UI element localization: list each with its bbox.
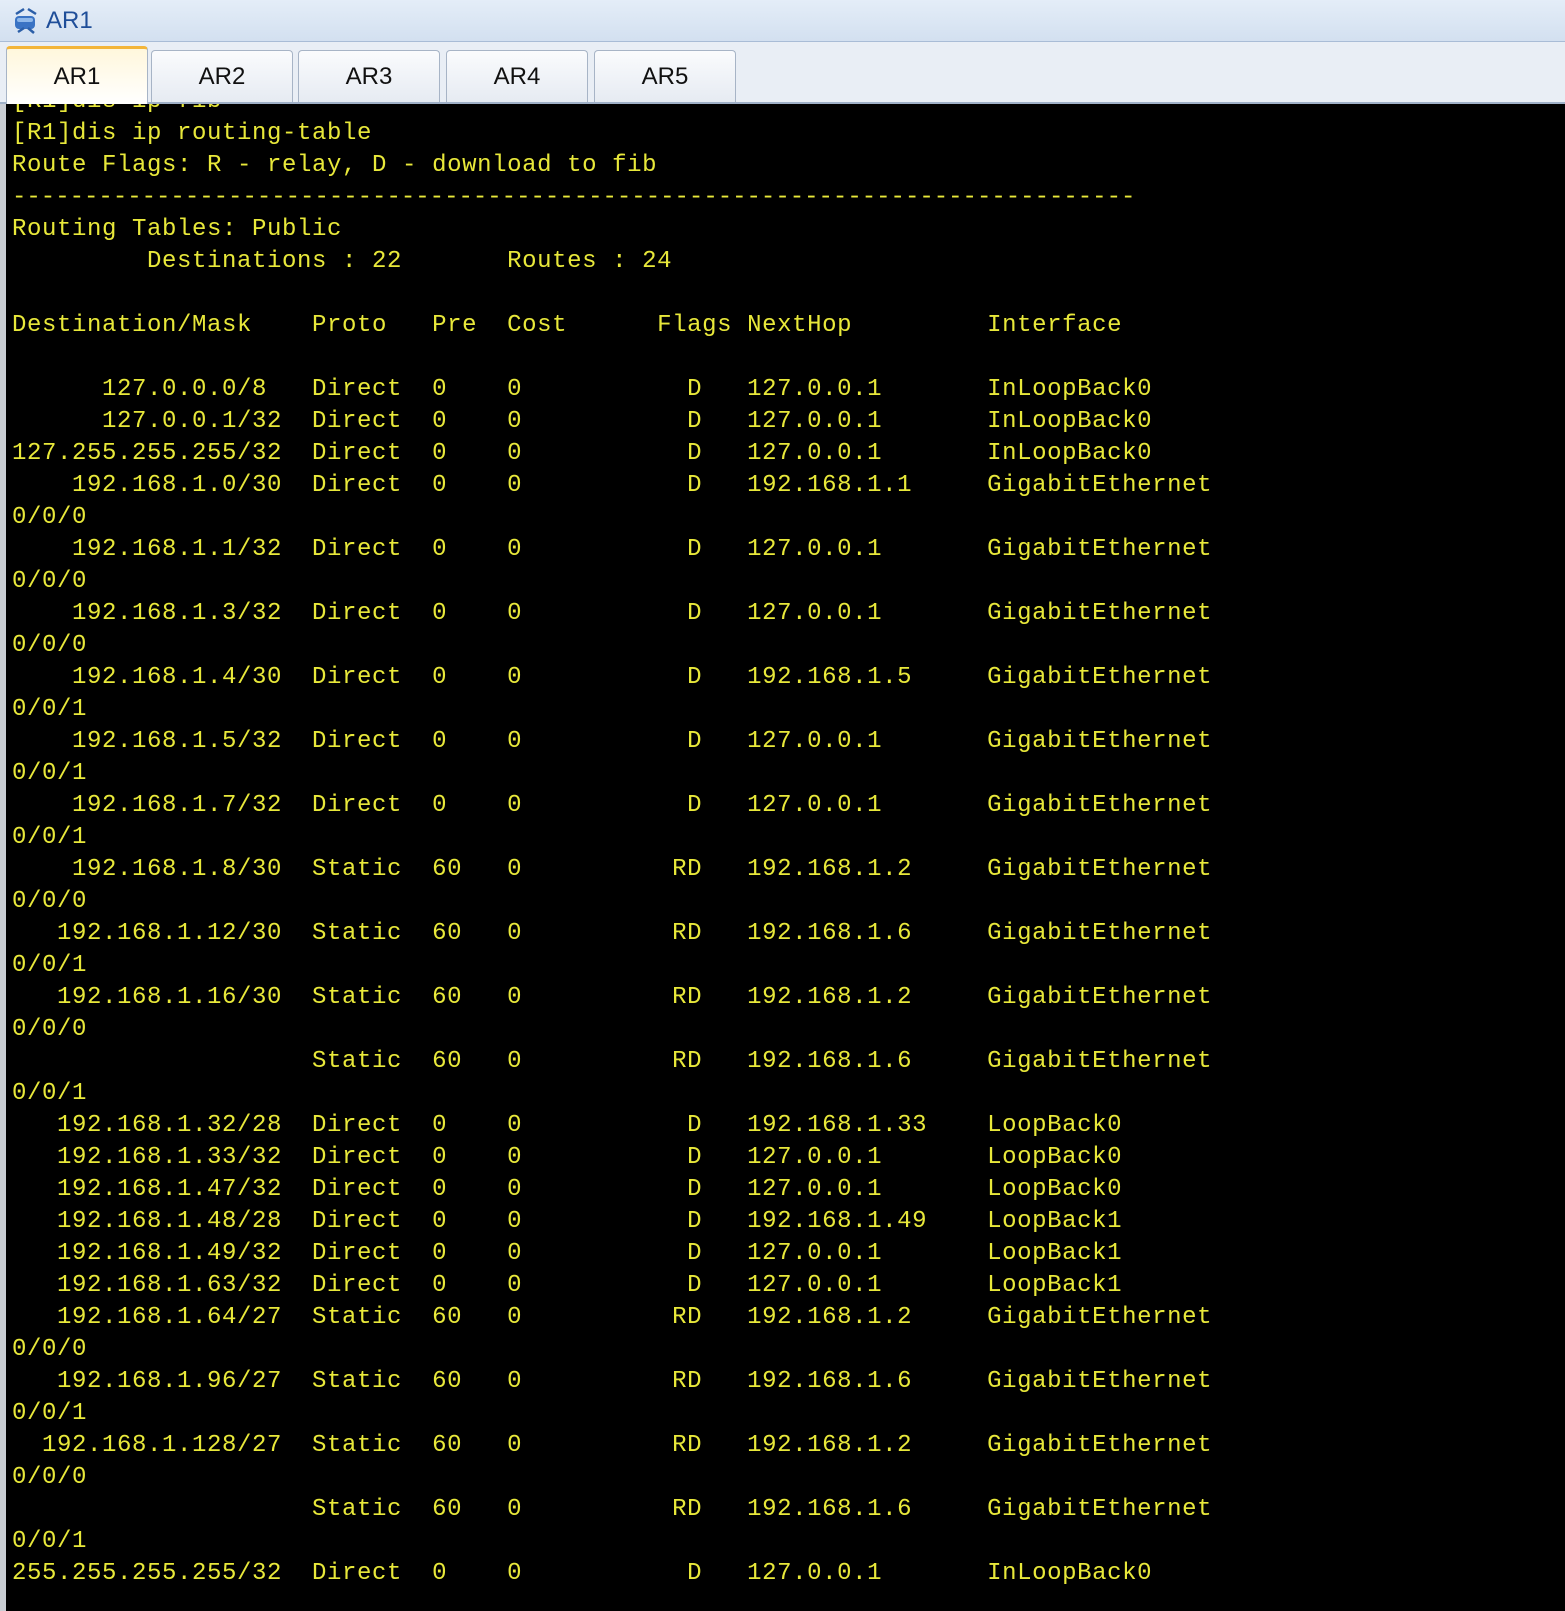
terminal-line: 127.0.0.1/32 Direct 0 0 D 127.0.0.1 InLo… [12,408,1153,435]
terminal-line: 0/0/1 [12,760,88,787]
terminal-line: 127.255.255.255/32 Direct 0 0 D 127.0.0.… [12,440,1153,467]
terminal-line: 0/0/0 [12,504,88,531]
terminal-line: 0/0/0 [12,888,88,915]
terminal-line: 192.168.1.8/30 Static 60 0 RD 192.168.1.… [12,856,1213,883]
terminal-line: 127.0.0.0/8 Direct 0 0 D 127.0.0.1 InLoo… [12,376,1153,403]
terminal-line: 192.168.1.32/28 Direct 0 0 D 192.168.1.3… [12,1112,1123,1139]
terminal-line: 0/0/1 [12,1528,88,1555]
terminal-line: 192.168.1.7/32 Direct 0 0 D 127.0.0.1 Gi… [12,792,1213,819]
title-bar: AR1 [0,0,1565,42]
terminal-line: [R1]dis ip fib [12,104,1212,118]
terminal-line: Destination/Mask Proto Pre Cost Flags Ne… [12,312,1123,339]
terminal-line: 0/0/0 [12,568,88,595]
terminal-line: 255.255.255.255/32 Direct 0 0 D 127.0.0.… [12,1560,1153,1587]
terminal-line: 192.168.1.4/30 Direct 0 0 D 192.168.1.5 … [12,664,1213,691]
terminal-line: [R1]dis ip routing-table [12,120,373,147]
terminal-line: 0/0/0 [12,1016,88,1043]
terminal-line: 192.168.1.3/32 Direct 0 0 D 127.0.0.1 Gi… [12,600,1213,627]
terminal-line: 192.168.1.48/28 Direct 0 0 D 192.168.1.4… [12,1208,1123,1235]
terminal-line: 0/0/1 [12,1400,88,1427]
terminal-line: Static 60 0 RD 192.168.1.6 GigabitEthern… [12,1496,1213,1523]
terminal-line: Routing Tables: Public [12,216,343,243]
tab-ar3[interactable]: AR3 [298,50,440,102]
terminal-line: 0/0/1 [12,696,88,723]
terminal-line: 192.168.1.128/27 Static 60 0 RD 192.168.… [12,1432,1213,1459]
terminal-output: [R1]dis ip fib [R1]dis ip routing-table Ro… [12,104,1212,1590]
terminal-line: 192.168.1.33/32 Direct 0 0 D 127.0.0.1 L… [12,1144,1123,1171]
tab-ar4[interactable]: AR4 [446,50,588,102]
terminal-line: 0/0/1 [12,824,88,851]
terminal-line: 0/0/0 [12,1464,88,1491]
terminal-line: Route Flags: R - relay, D - download to … [12,152,658,179]
terminal-line: 192.168.1.63/32 Direct 0 0 D 127.0.0.1 L… [12,1272,1123,1299]
tab-ar5[interactable]: AR5 [594,50,736,102]
terminal-console[interactable]: [R1]dis ip fib [R1]dis ip routing-table Ro… [0,104,1565,1611]
tab-ar2[interactable]: AR2 [151,50,293,102]
terminal-line: 192.168.1.64/27 Static 60 0 RD 192.168.1… [12,1304,1213,1331]
terminal-line: Static 60 0 RD 192.168.1.6 GigabitEthern… [12,1048,1213,1075]
terminal-line: 192.168.1.96/27 Static 60 0 RD 192.168.1… [12,1368,1213,1395]
terminal-line: 192.168.1.5/32 Direct 0 0 D 127.0.0.1 Gi… [12,728,1213,755]
terminal-line: 192.168.1.16/30 Static 60 0 RD 192.168.1… [12,984,1213,1011]
terminal-line: ----------------------------------------… [12,184,1136,211]
terminal-line: 192.168.1.49/32 Direct 0 0 D 127.0.0.1 L… [12,1240,1123,1267]
terminal-line: 192.168.1.12/30 Static 60 0 RD 192.168.1… [12,920,1213,947]
terminal-line: 0/0/1 [12,952,88,979]
terminal-line: 192.168.1.1/32 Direct 0 0 D 127.0.0.1 Gi… [12,536,1213,563]
terminal-line: 192.168.1.47/32 Direct 0 0 D 127.0.0.1 L… [12,1176,1123,1203]
window-title: AR1 [46,7,93,34]
terminal-line: 0/0/1 [12,1080,88,1107]
terminal-line: 0/0/0 [12,632,88,659]
terminal-line: Destinations : 22 Routes : 24 [12,248,673,275]
terminal-line: 0/0/0 [12,1336,88,1363]
device-tab-strip: AR1 AR2 AR3 AR4 AR5 [0,42,1565,104]
router-icon [15,7,37,34]
terminal-line: 192.168.1.0/30 Direct 0 0 D 192.168.1.1 … [12,472,1213,499]
tab-ar1[interactable]: AR1 [6,46,148,104]
